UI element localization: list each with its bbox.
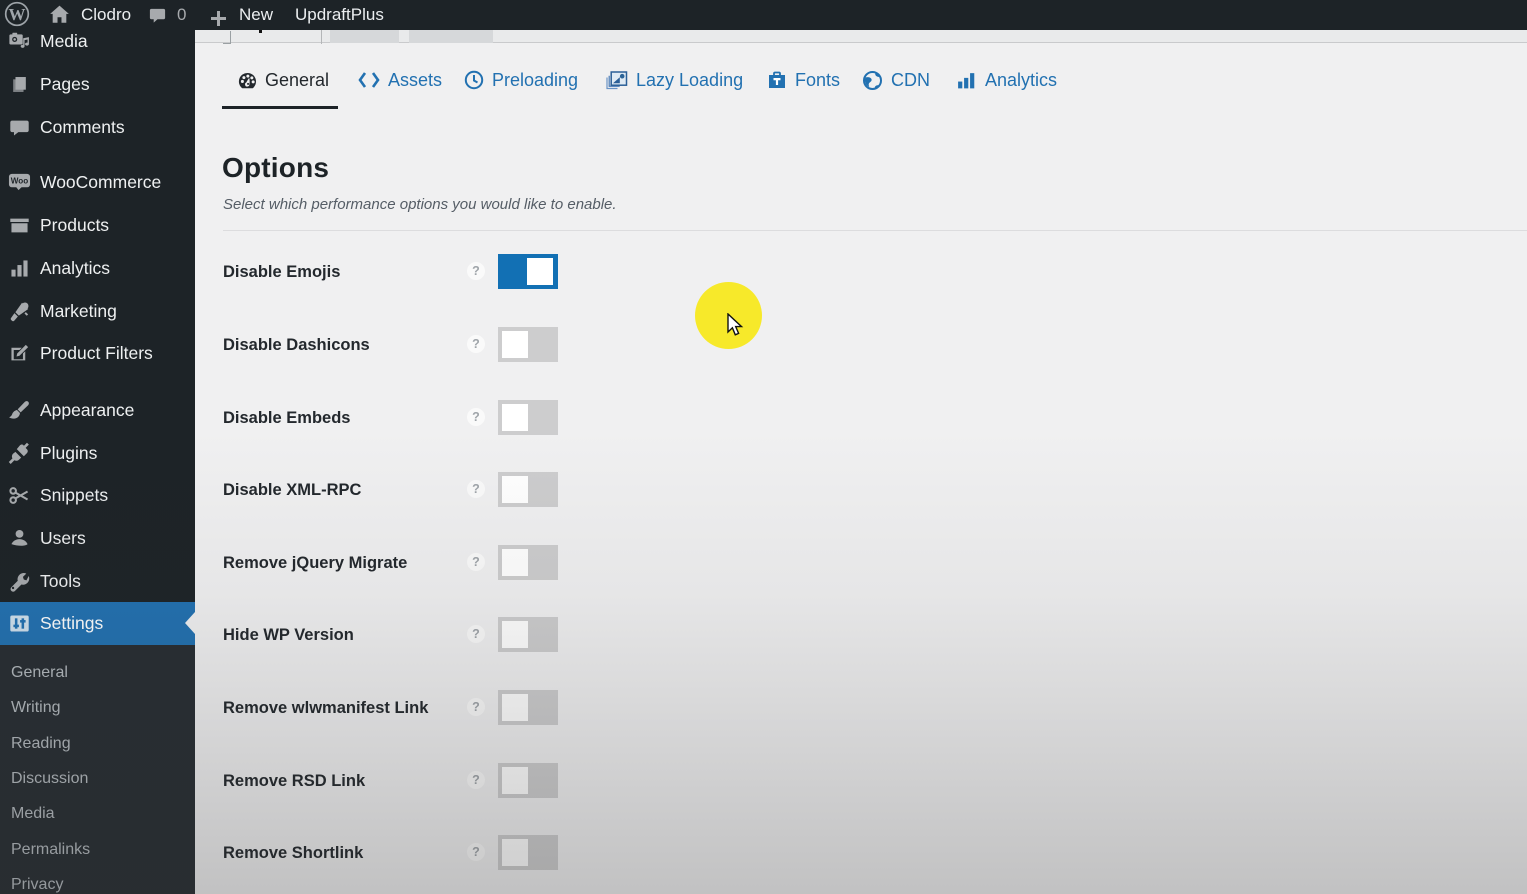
- svg-text:W: W: [9, 5, 26, 24]
- svg-text:Woo: Woo: [11, 176, 28, 185]
